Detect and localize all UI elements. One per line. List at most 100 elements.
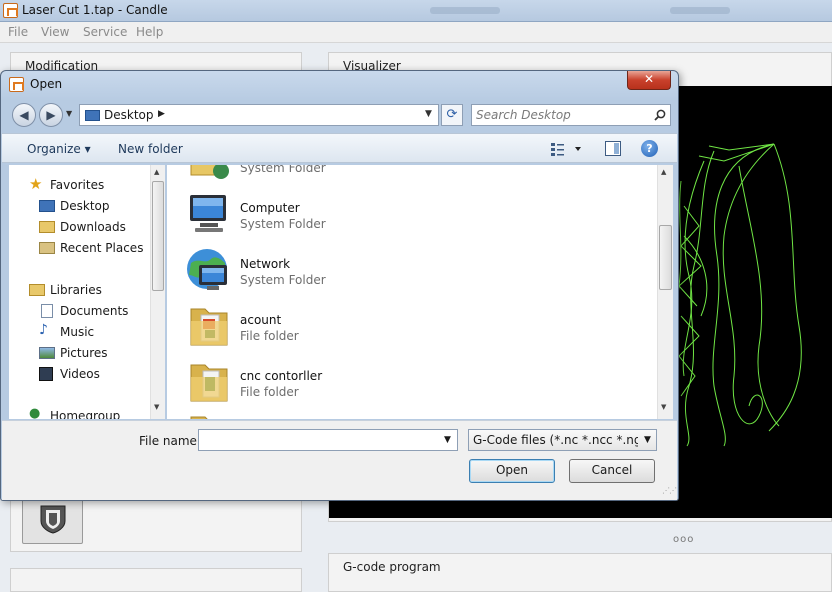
nav-item-label: Music — [60, 325, 95, 339]
libraries-icon — [29, 284, 45, 296]
shield-button[interactable] — [22, 494, 83, 544]
computer-file-item[interactable]: Computer System Folder — [185, 191, 485, 241]
folder-icon — [190, 416, 208, 419]
resize-grip-icon[interactable]: ⋰⋰ — [662, 486, 677, 495]
file-type-filter-value: G-Code files (*.nc *.ncc *.ngc *.tap *.t… — [473, 433, 638, 447]
address-location[interactable]: Desktop — [104, 108, 154, 122]
file-name-label: File name: — [139, 434, 201, 448]
left-lower-panel — [10, 568, 302, 592]
scroll-down-arrow-icon[interactable]: ▼ — [661, 403, 666, 411]
partial-folder-item[interactable] — [185, 411, 485, 419]
videos-icon — [39, 367, 53, 381]
arrow-right-icon: ▶ — [46, 108, 56, 122]
gcode-program-title: G-code program — [343, 560, 441, 574]
forward-button[interactable]: ▶ — [39, 103, 63, 127]
chevron-down-icon[interactable]: ▼ — [644, 435, 651, 445]
dialog-footer: File name: ▼ G-Code files (*.nc *.ncc *.… — [2, 420, 677, 500]
file-list-scrollbar[interactable]: ▲ ▼ — [657, 165, 673, 419]
menubar: File View Service Help — [0, 22, 832, 43]
chevron-down-icon[interactable]: ▼ — [444, 435, 451, 445]
nav-item-label: Documents — [60, 304, 129, 318]
file-name: acount — [240, 313, 282, 327]
homegroup-icon: ● — [29, 406, 41, 419]
file-name: cnc contorller — [240, 369, 323, 383]
cancel-button[interactable]: Cancel — [569, 459, 655, 483]
search-box[interactable] — [471, 104, 671, 126]
dialog-title: Open — [30, 77, 63, 91]
file-name-input[interactable] — [202, 432, 432, 448]
open-dialog: Open ✕ ◀ ▶ ▼ Desktop ▶ ▼ ⟳ Organize ▾ Ne… — [0, 70, 679, 501]
dialog-toolbar: Organize ▾ New folder ? — [2, 133, 677, 163]
folder-icon — [190, 364, 228, 402]
app-titlebar: Laser Cut 1.tap - Candle — [0, 0, 832, 22]
file-list: System Folder Computer System Folder Net… — [167, 165, 657, 419]
recent-locations-dropdown[interactable]: ▼ — [66, 109, 72, 118]
desktop-folder-icon — [85, 110, 100, 121]
file-type: System Folder — [240, 165, 326, 175]
back-button[interactable]: ◀ — [12, 103, 36, 127]
file-name-combobox[interactable]: ▼ — [198, 429, 458, 451]
nav-item-label: Downloads — [60, 220, 126, 234]
network-file-item[interactable]: Network System Folder — [185, 247, 485, 297]
file-type: File folder — [240, 385, 299, 399]
preview-pane-icon[interactable] — [605, 141, 621, 156]
file-type: System Folder — [240, 273, 326, 287]
folder-icon — [190, 308, 228, 346]
open-button[interactable]: Open — [469, 459, 555, 483]
new-folder-button[interactable]: New folder — [118, 142, 183, 156]
nav-item-label: Desktop — [60, 199, 110, 213]
address-bar[interactable]: Desktop ▶ ▼ — [79, 104, 439, 126]
blurred-window-tab — [430, 7, 500, 14]
search-input[interactable] — [476, 107, 646, 123]
scroll-up-arrow-icon[interactable]: ▲ — [154, 168, 159, 176]
candle-app-icon — [3, 3, 18, 18]
scroll-up-arrow-icon[interactable]: ▲ — [661, 168, 666, 176]
menu-service[interactable]: Service — [83, 25, 127, 39]
close-button[interactable]: ✕ — [627, 71, 671, 90]
nav-item-label: Pictures — [60, 346, 108, 360]
file-name: Computer — [240, 201, 300, 215]
search-icon — [654, 109, 666, 121]
refresh-icon: ⟳ — [446, 107, 458, 122]
pictures-icon — [39, 347, 55, 359]
menu-help[interactable]: Help — [136, 25, 163, 39]
shield-icon — [40, 505, 66, 534]
computer-icon — [190, 195, 226, 232]
desktop-icon — [39, 200, 55, 212]
file-name: Network — [240, 257, 291, 271]
candle-app-icon — [9, 77, 24, 92]
nav-item-label: Videos — [60, 367, 100, 381]
file-list-scrollbar-thumb[interactable] — [659, 225, 672, 290]
network-icon — [187, 249, 227, 290]
navigation-scrollbar[interactable]: ▲ ▼ — [150, 165, 165, 419]
help-icon[interactable]: ? — [641, 140, 658, 157]
organize-button[interactable]: Organize ▾ — [27, 142, 91, 156]
visualizer-dots: ooo — [673, 534, 695, 545]
scroll-down-arrow-icon[interactable]: ▼ — [154, 403, 159, 411]
app-title: Laser Cut 1.tap - Candle — [22, 3, 168, 17]
menu-file[interactable]: File — [8, 25, 28, 39]
file-item-partial[interactable]: System Folder — [185, 165, 485, 185]
navigation-pane: ★ Favorites Desktop Downloads Recent Pla… — [9, 165, 164, 419]
nav-homegroup-label: Homegroup — [50, 409, 121, 419]
acount-folder-item[interactable]: acount File folder — [185, 303, 485, 353]
cnc-contorller-folder-item[interactable]: cnc contorller File folder — [185, 359, 485, 409]
file-type-filter[interactable]: G-Code files (*.nc *.ncc *.ngc *.tap *.t… — [468, 429, 657, 451]
documents-icon — [41, 304, 53, 318]
navigation-scrollbar-thumb[interactable] — [152, 181, 164, 291]
address-dropdown-icon[interactable]: ▼ — [425, 109, 432, 119]
close-icon: ✕ — [643, 72, 655, 86]
file-type: File folder — [240, 329, 299, 343]
breadcrumb-arrow-icon[interactable]: ▶ — [158, 109, 165, 119]
menu-view[interactable]: View — [41, 25, 69, 39]
gcode-program-panel: G-code program — [328, 553, 832, 592]
nav-item-label: Recent Places — [60, 241, 144, 255]
change-view-icon[interactable] — [550, 141, 582, 157]
nav-favorites-label: Favorites — [50, 178, 105, 192]
downloads-folder-icon — [39, 221, 55, 233]
partial-folder-icon — [190, 165, 229, 179]
recent-places-icon — [39, 242, 55, 254]
refresh-button[interactable]: ⟳ — [441, 104, 463, 126]
nav-libraries-label: Libraries — [50, 283, 102, 297]
star-icon: ★ — [29, 175, 43, 193]
